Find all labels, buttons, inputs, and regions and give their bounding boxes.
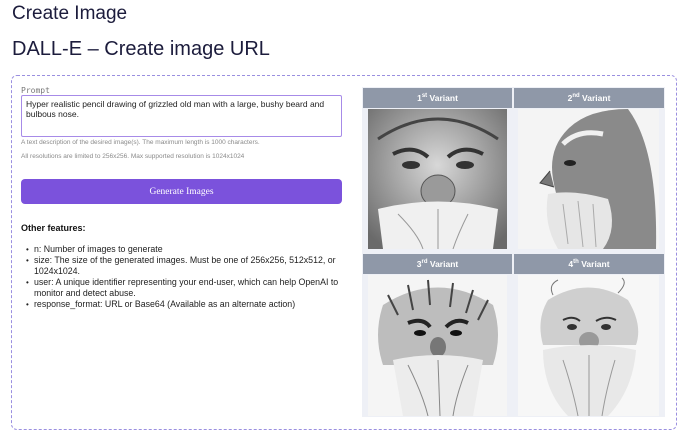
- variant-3-image[interactable]: [368, 275, 507, 416]
- variants-grid: 1st Variant 2nd Variant 3rd Variant 4th …: [362, 87, 665, 417]
- section-title: DALL-E – Create image URL: [12, 38, 270, 60]
- variant-1-label: Variant: [429, 93, 458, 103]
- variant-4-suffix: th: [573, 259, 579, 266]
- variant-3-suffix: rd: [421, 259, 428, 266]
- variant-4-label: Variant: [581, 259, 610, 269]
- variant-2-label: Variant: [582, 93, 611, 103]
- feature-size: size: The size of the generated images. …: [26, 255, 346, 277]
- resolution-hint: All resolutions are limited to 256x256. …: [21, 153, 245, 160]
- feature-user: user: A unique identifier representing y…: [26, 277, 346, 299]
- variant-4-image[interactable]: [518, 275, 659, 416]
- prompt-length-hint: A text description of the desired image(…: [21, 139, 260, 146]
- variant-3-header: 3rd Variant: [363, 254, 512, 274]
- variant-1-suffix: st: [421, 93, 428, 100]
- variant-1-header: 1st Variant: [363, 88, 512, 108]
- variant-2-suffix: nd: [572, 93, 580, 100]
- feature-response-format: response_format: URL or Base64 (Availabl…: [26, 299, 346, 310]
- other-features-heading: Other features:: [21, 223, 86, 233]
- generate-images-button[interactable]: Generate Images: [21, 179, 342, 204]
- variant-3-label: Variant: [429, 259, 459, 269]
- page-title: Create Image: [12, 3, 128, 24]
- feature-n: n: Number of images to generate: [26, 244, 346, 255]
- variant-4-header: 4th Variant: [514, 254, 664, 274]
- variant-2-header: 2nd Variant: [514, 88, 664, 108]
- prompt-input[interactable]: Hyper realistic pencil drawing of grizzl…: [21, 95, 342, 137]
- variant-2-image[interactable]: [518, 109, 659, 249]
- variant-1-image[interactable]: [368, 109, 507, 249]
- features-list: n: Number of images to generate size: Th…: [26, 244, 346, 310]
- prompt-label: Prompt: [21, 86, 50, 95]
